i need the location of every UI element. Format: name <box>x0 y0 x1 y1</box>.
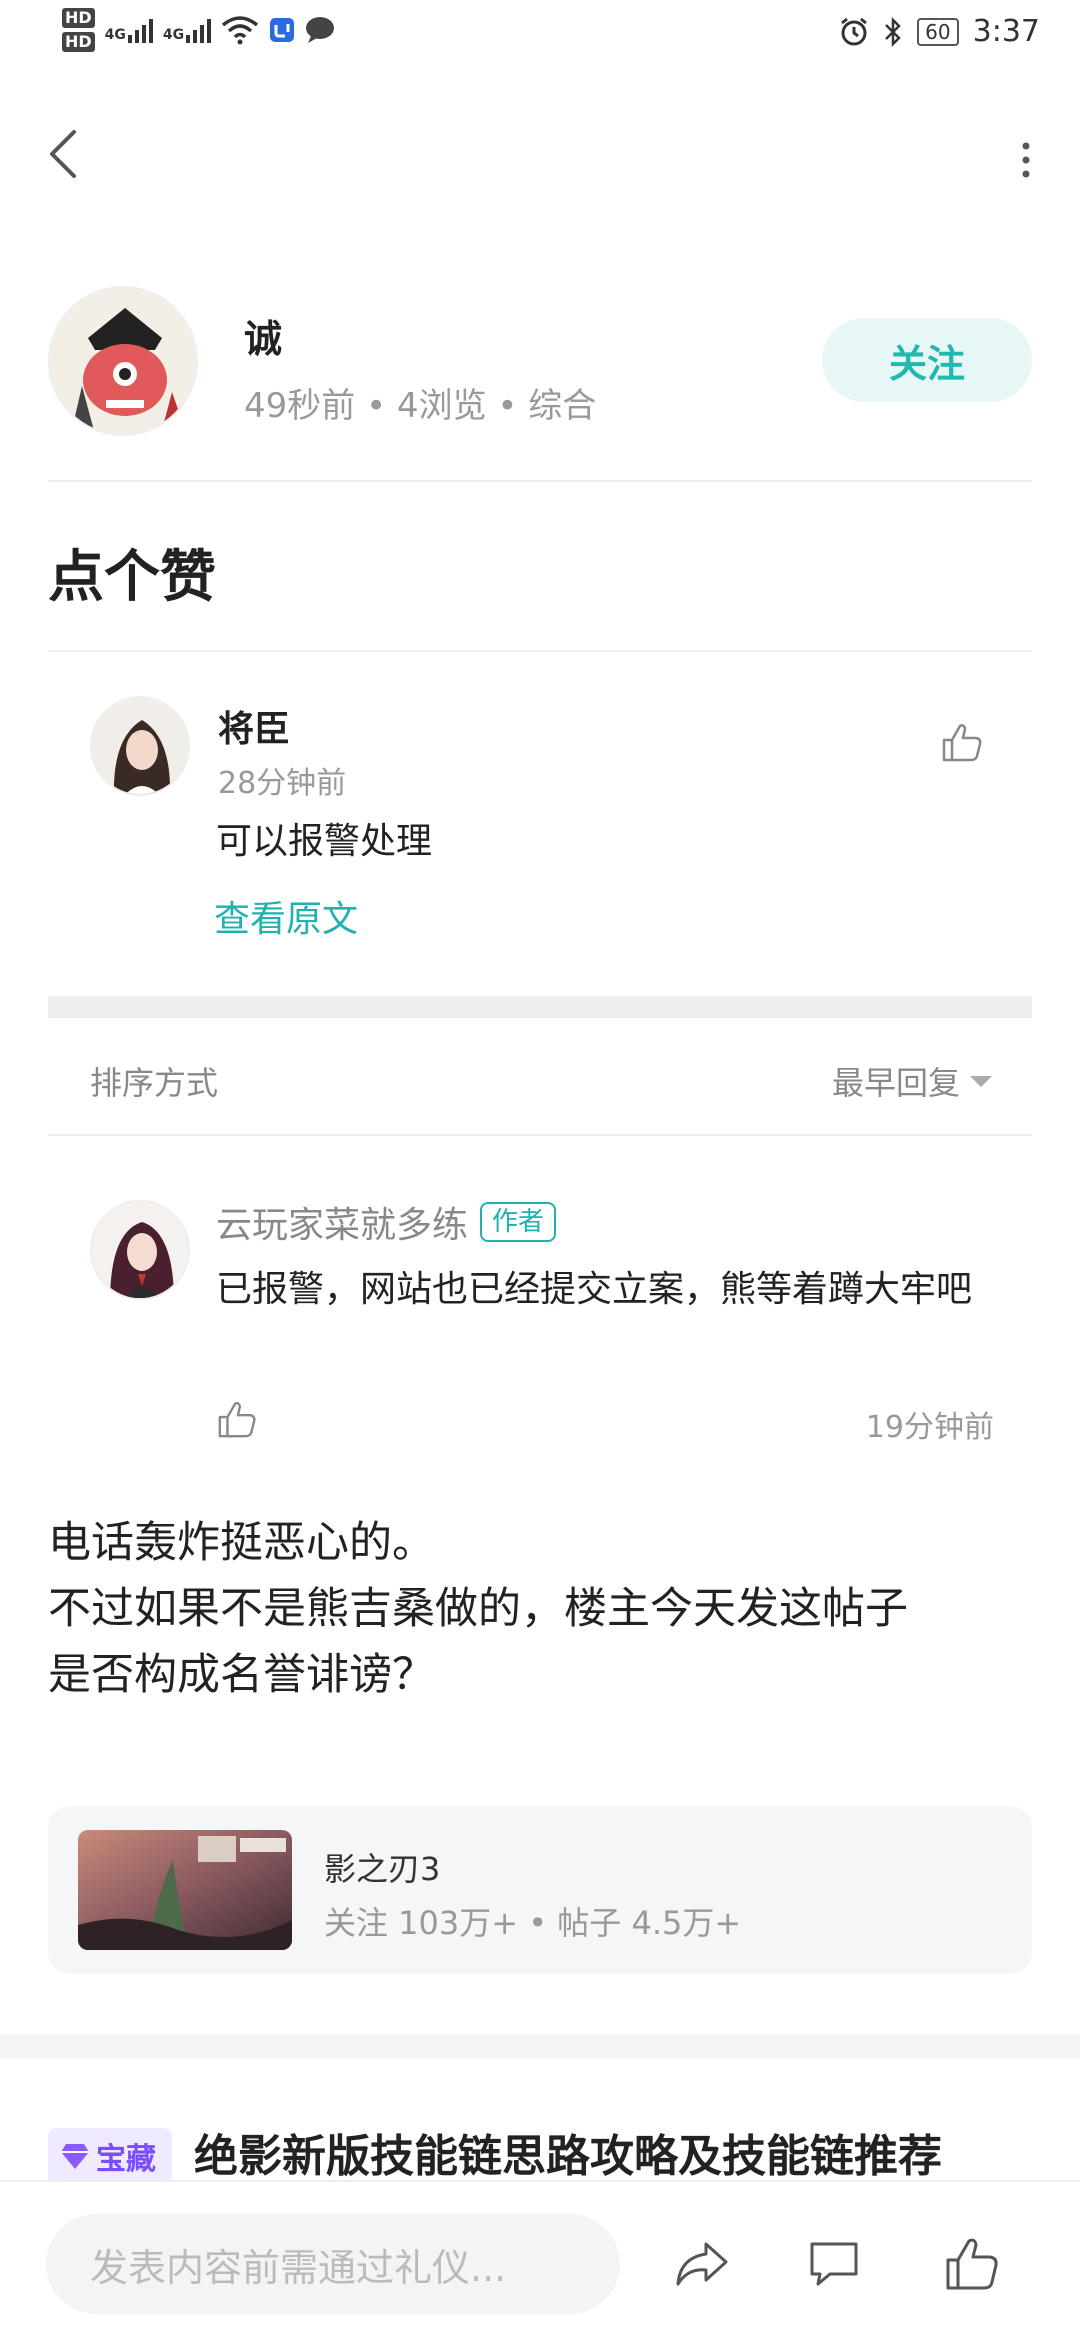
section-separator <box>0 2034 1080 2058</box>
post-title: 点个赞 <box>48 545 216 610</box>
bluetooth-icon <box>885 16 901 47</box>
comment-input[interactable]: 发表内容前需通过礼仪... <box>46 2214 620 2314</box>
view-original-link[interactable]: 查看原文 <box>214 890 358 942</box>
comment-icon[interactable] <box>804 2234 864 2294</box>
reply-author[interactable]: 云玩家菜就多练 作者 <box>216 1196 557 1248</box>
reply-avatar[interactable] <box>90 1200 190 1300</box>
thumbs-up-icon[interactable] <box>940 720 984 764</box>
recommended-post-title[interactable]: 绝影新版技能链思路攻略及技能链推荐 <box>194 2120 942 2184</box>
topic-thumbnail <box>78 1830 292 1950</box>
treasure-tag-label: 宝藏 <box>96 2142 156 2177</box>
reply-time: 19分钟前 <box>865 1410 994 1445</box>
thumbs-up-icon[interactable] <box>942 2234 1002 2294</box>
topic-card[interactable]: 影之刃3 关注 103万+ • 帖子 4.5万+ <box>48 1806 1032 1974</box>
signal-1-icon: 4G <box>105 17 153 43</box>
wifi-icon <box>222 16 259 45</box>
bottom-action-bar: 发表内容前需通过礼仪... <box>0 2180 1080 2340</box>
battery-icon: 60 <box>917 17 959 46</box>
author-avatar[interactable] <box>48 286 198 436</box>
topic-name: 影之刃3 <box>324 1850 441 1888</box>
divider <box>48 1134 1032 1136</box>
caret-down-icon <box>970 1075 992 1087</box>
author-name[interactable]: 诚 <box>244 308 282 363</box>
section-separator <box>48 996 1032 1018</box>
post-body-line: 是否构成名誉诽谤？ <box>48 1650 435 1700</box>
divider <box>48 480 1032 482</box>
topic-stats: 关注 103万+ • 帖子 4.5万+ <box>324 1904 742 1942</box>
sort-dropdown[interactable]: 最早回复 <box>832 1058 992 1104</box>
app-notification-icon <box>270 18 295 42</box>
post-body: 电话轰炸挺恶心的。 不过如果不是熊吉桑做的，楼主今天发这帖子 是否构成名誉诽谤？ <box>48 1510 1038 1708</box>
quoted-comment-author[interactable]: 将臣 <box>218 700 290 752</box>
back-arrow-icon[interactable] <box>44 126 84 182</box>
clock: 3:37 <box>972 14 1040 49</box>
diamond-icon <box>61 2144 89 2169</box>
post-body-line: 电话轰炸挺恶心的。 <box>48 1518 435 1568</box>
hd1-icon: HD <box>62 8 95 28</box>
share-icon[interactable] <box>672 2234 732 2294</box>
post-body-line: 不过如果不是熊吉桑做的，楼主今天发这帖子 <box>48 1584 908 1634</box>
signal-1-label: 4G <box>104 27 126 43</box>
hd-indicators: HD HD <box>62 8 95 52</box>
post-meta: 49秒前 • 4浏览 • 综合 <box>244 386 597 426</box>
status-left: HD HD 4G 4G <box>62 8 335 52</box>
reply-author-name: 云玩家菜就多练 <box>216 1205 469 1246</box>
hd2-icon: HD <box>62 32 95 52</box>
more-options-icon[interactable] <box>1020 140 1032 180</box>
author-badge: 作者 <box>480 1202 557 1242</box>
treasure-tag: 宝藏 <box>48 2128 172 2184</box>
follow-button[interactable]: 关注 <box>822 318 1032 402</box>
sort-label: 排序方式 <box>90 1064 219 1102</box>
reply-text: 已报警，网站也已经提交立案，熊等着蹲大牢吧 <box>216 1269 973 1310</box>
status-bar: HD HD 4G 4G 60 3:37 <box>0 0 1080 78</box>
signal-2-icon: 4G <box>162 17 212 43</box>
divider <box>48 650 1032 652</box>
message-icon <box>306 17 335 43</box>
thumbs-up-icon[interactable] <box>216 1398 258 1440</box>
status-right: 60 3:37 <box>839 14 1040 49</box>
quoted-comment-avatar[interactable] <box>90 696 190 796</box>
sort-value: 最早回复 <box>831 1064 960 1102</box>
quoted-comment-time: 28分钟前 <box>218 766 347 801</box>
quoted-comment-text: 可以报警处理 <box>216 821 433 862</box>
signal-2-label: 4G <box>162 27 185 43</box>
comment-input-placeholder: 发表内容前需通过礼仪... <box>90 2245 507 2290</box>
alarm-icon <box>841 17 868 45</box>
